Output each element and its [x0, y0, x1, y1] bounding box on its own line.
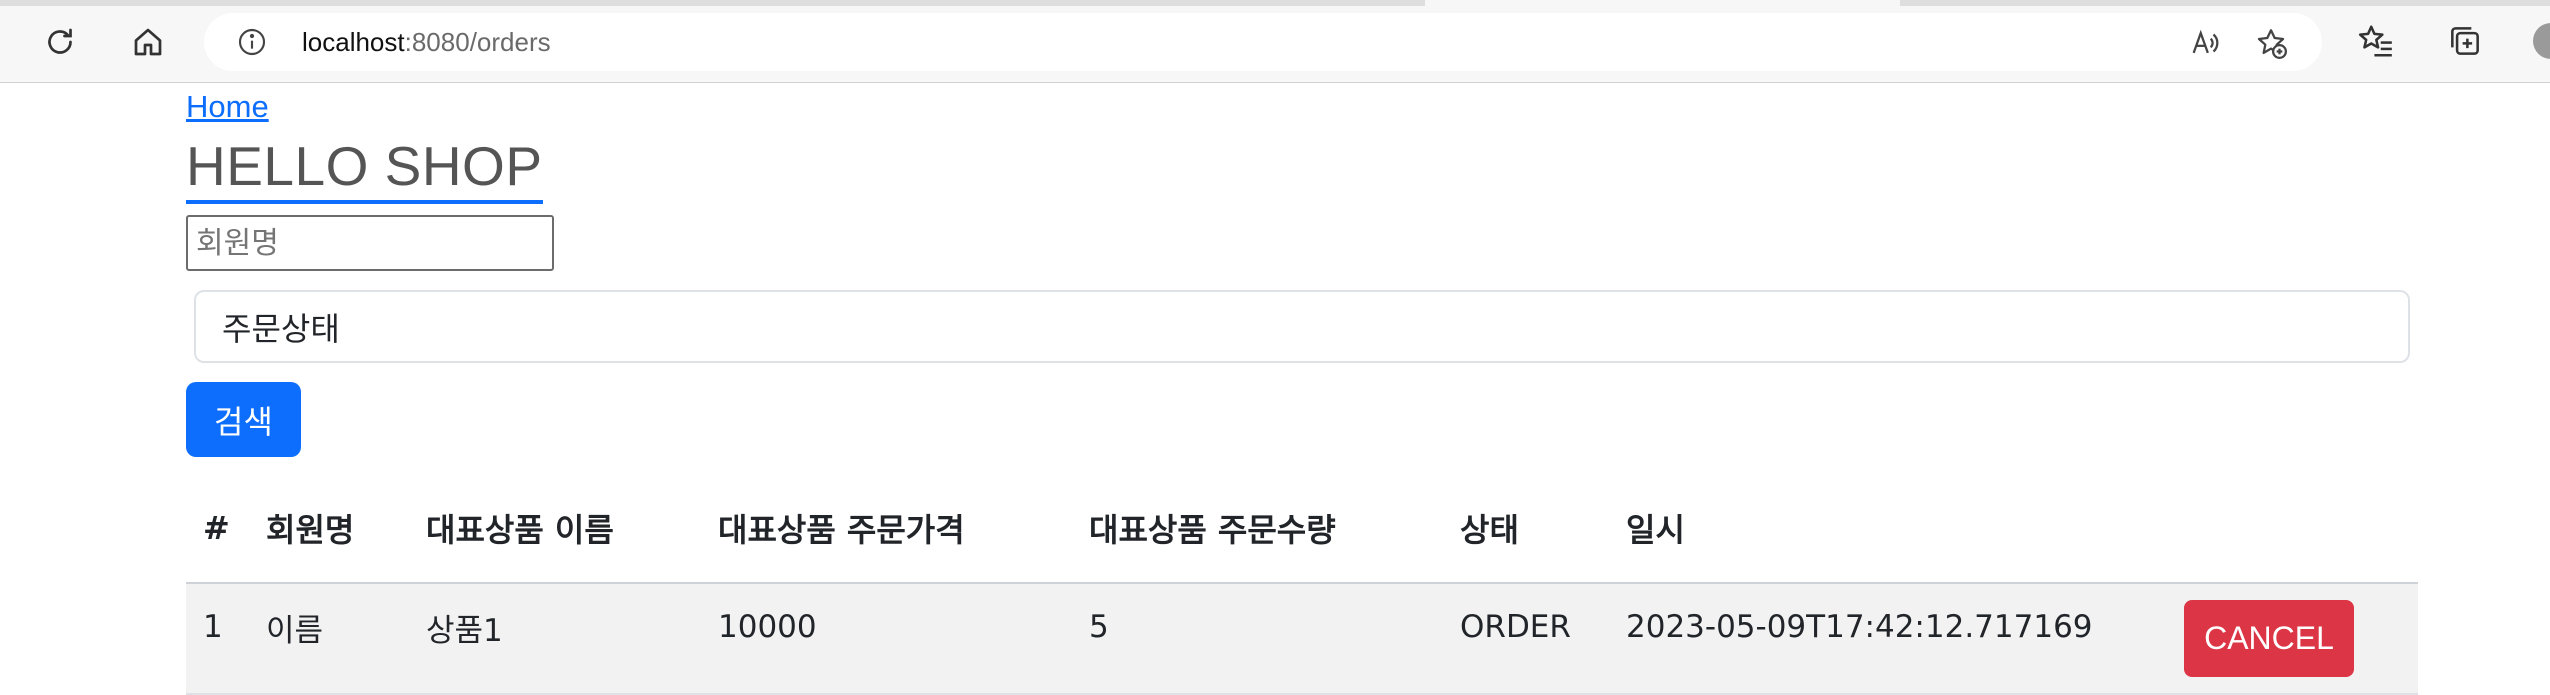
cell-member: 이름	[266, 612, 324, 649]
cell-id: 1	[203, 609, 223, 645]
address-bar[interactable]: localhost:8080/orders	[204, 13, 2322, 71]
home-icon	[134, 28, 162, 56]
url-host: localhost	[302, 27, 405, 57]
header-member: 회원명	[266, 511, 355, 549]
header-count: 대표상품 주문수량	[1089, 511, 1336, 549]
refresh-button[interactable]	[40, 22, 80, 62]
read-aloud-icon[interactable]	[2188, 26, 2222, 60]
header-date: 일시	[1626, 511, 1685, 549]
add-favorite-icon[interactable]	[2254, 26, 2288, 60]
home-link[interactable]: Home	[186, 88, 269, 126]
profile-avatar[interactable]	[2533, 23, 2550, 59]
site-info-icon[interactable]	[236, 26, 268, 58]
order-status-selected: 주문상태	[222, 309, 340, 348]
orders-table: # 회원명 대표상품 이름 대표상품 주문가격 대표상품 주문수량 상태 일시 …	[186, 474, 2418, 695]
favorites-icon[interactable]	[2357, 22, 2395, 60]
header-item-name: 대표상품 이름	[426, 511, 614, 549]
cancel-order-button[interactable]: CANCEL	[2184, 600, 2354, 677]
header-price: 대표상품 주문가격	[718, 511, 965, 549]
refresh-icon	[48, 28, 72, 54]
url-path: :8080/orders	[404, 27, 551, 57]
search-button[interactable]: 검색	[186, 382, 301, 457]
url-text[interactable]: localhost:8080/orders	[302, 25, 551, 59]
collections-icon[interactable]	[2446, 22, 2484, 60]
home-button[interactable]	[128, 22, 168, 62]
active-tab[interactable]	[1425, 0, 1900, 6]
header-status: 상태	[1460, 511, 1519, 549]
cell-count: 5	[1089, 609, 1109, 645]
brand-title[interactable]: HELLO SHOP	[186, 134, 543, 204]
member-name-input[interactable]	[186, 215, 554, 271]
browser-toolbar: localhost:8080/orders	[0, 0, 2550, 83]
cell-item-name: 상품1	[426, 612, 503, 649]
tab-strip	[0, 0, 2550, 6]
table-row: 1 이름 상품1 10000 5 ORDER 2023-05-09T17:42:…	[186, 584, 2418, 695]
cell-price: 10000	[718, 609, 817, 645]
cell-date: 2023-05-09T17:42:12.717169	[1626, 609, 2093, 645]
order-status-select[interactable]: 주문상태	[194, 290, 2410, 363]
cell-status: ORDER	[1460, 609, 1571, 645]
header-number: #	[203, 509, 230, 547]
table-header: # 회원명 대표상품 이름 대표상품 주문가격 대표상품 주문수량 상태 일시	[186, 474, 2418, 584]
